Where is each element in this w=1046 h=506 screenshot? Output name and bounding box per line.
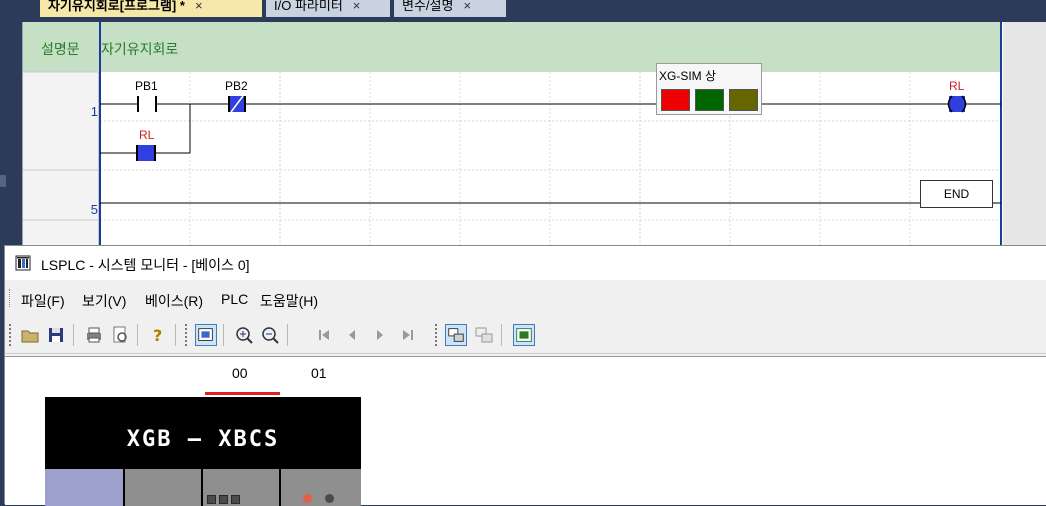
plc-disconnect-icon[interactable]	[473, 324, 495, 346]
contact-rl-label: RL	[139, 128, 155, 142]
toolbar-grip[interactable]	[435, 324, 438, 346]
toolbar-separator	[137, 324, 138, 346]
status-led	[325, 494, 334, 503]
left-panel-strip	[0, 0, 10, 245]
plc-module-slot[interactable]	[203, 469, 279, 506]
open-folder-icon[interactable]	[19, 324, 41, 346]
print-icon[interactable]	[83, 324, 105, 346]
prev-icon[interactable]	[341, 324, 363, 346]
plc-module-slot[interactable]	[281, 469, 361, 506]
zoom-out-icon[interactable]	[259, 324, 281, 346]
rung-number: 1	[90, 104, 98, 119]
plc-module-slot[interactable]	[125, 469, 201, 506]
tab-close-icon[interactable]: ×	[353, 0, 361, 13]
selected-slot-indicator	[205, 392, 280, 395]
toolbar-separator	[73, 324, 74, 346]
toolbar: ?	[5, 316, 1046, 354]
menu-bar: 파일(F) 보기(V) 베이스(R) PLC 도움말(H)	[5, 284, 1046, 312]
plc-cpu-module[interactable]: XGB — XBCS	[45, 397, 361, 506]
plc-model-label: XGB — XBCS	[126, 427, 280, 452]
menu-base[interactable]: 베이스(R)	[145, 291, 203, 311]
run-led	[661, 89, 690, 111]
tab-close-icon[interactable]: ×	[195, 0, 203, 13]
print-preview-icon[interactable]	[109, 324, 131, 346]
stop-led	[695, 89, 724, 111]
system-monitor-titlebar[interactable]: LSPLC - 시스템 모니터 - [베이스 0]	[5, 246, 1046, 280]
io-led	[219, 495, 228, 504]
end-label: END	[943, 187, 970, 201]
zoom-in-icon[interactable]	[233, 324, 255, 346]
slot-number-01[interactable]: 01	[311, 365, 327, 381]
tab-variables-label: 변수/설명	[402, 0, 454, 13]
svg-text:?: ?	[153, 326, 162, 345]
xg-sim-title: XG-SIM 상	[659, 69, 717, 83]
toolbar-separator	[287, 324, 288, 346]
error-led	[729, 89, 758, 111]
menu-help[interactable]: 도움말(H)	[260, 291, 318, 311]
document-tab-bar: 자기유지회로[프로그램] * × I/O 파라미터 × 변수/설명 ×	[10, 0, 1046, 18]
tab-close-icon[interactable]: ×	[463, 0, 471, 13]
rung-number: 5	[90, 202, 98, 217]
panel-marker	[0, 175, 6, 187]
io-led	[207, 495, 216, 504]
menu-view[interactable]: 보기(V)	[82, 291, 126, 311]
system-monitor-window[interactable]: LSPLC - 시스템 모니터 - [베이스 0] 파일(F) 보기(V) 베이…	[4, 245, 1046, 506]
next-icon[interactable]	[369, 324, 391, 346]
help-icon[interactable]: ?	[147, 324, 169, 346]
menu-grip[interactable]	[9, 289, 12, 307]
system-monitor-title: LSPLC - 시스템 모니터 - [베이스 0]	[41, 257, 250, 273]
contact-pb2[interactable]	[228, 95, 246, 113]
toolbar-separator	[223, 324, 224, 346]
coil-rl[interactable]	[947, 95, 967, 113]
plc-connect-icon[interactable]	[445, 324, 467, 346]
contact-rl[interactable]	[136, 145, 156, 161]
slot-number-00[interactable]: 00	[232, 365, 248, 381]
contact-pb1-label: PB1	[135, 79, 158, 93]
system-view-icon[interactable]	[195, 324, 217, 346]
coil-rl-label: RL	[949, 79, 965, 93]
toolbar-separator	[501, 324, 502, 346]
plc-power-section[interactable]	[45, 469, 123, 506]
ladder-editor[interactable]: 설명문 자기유지회로 1 5 PB1 PB2 RL RL END	[22, 22, 1046, 245]
tab-program-label: 자기유지회로[프로그램] *	[48, 0, 185, 13]
menu-file[interactable]: 파일(F)	[21, 291, 65, 311]
tab-io-parameter[interactable]: I/O 파라미터 ×	[266, 0, 390, 17]
status-led	[303, 494, 312, 503]
tab-io-parameter-label: I/O 파라미터	[274, 0, 343, 13]
io-led	[231, 495, 240, 504]
toolbar-grip[interactable]	[185, 324, 188, 346]
end-instruction[interactable]: END	[920, 180, 993, 208]
menu-plc[interactable]: PLC	[221, 291, 248, 307]
toolbar-separator	[175, 324, 176, 346]
monitor-icon[interactable]	[513, 324, 535, 346]
contact-pb1[interactable]	[137, 96, 157, 112]
tab-variables[interactable]: 변수/설명 ×	[394, 0, 506, 17]
system-monitor-icon	[15, 255, 31, 271]
first-icon[interactable]	[313, 324, 335, 346]
last-icon[interactable]	[397, 324, 419, 346]
contact-pb2-label: PB2	[225, 79, 248, 93]
xg-sim-status-window[interactable]: XG-SIM 상	[656, 63, 762, 115]
tab-program[interactable]: 자기유지회로[프로그램] * ×	[40, 0, 262, 17]
base-view[interactable]: 00 01 XGB — XBCS	[5, 356, 1046, 506]
ladder-diagram	[23, 22, 1002, 245]
save-icon[interactable]	[45, 324, 67, 346]
toolbar-grip[interactable]	[9, 324, 12, 346]
